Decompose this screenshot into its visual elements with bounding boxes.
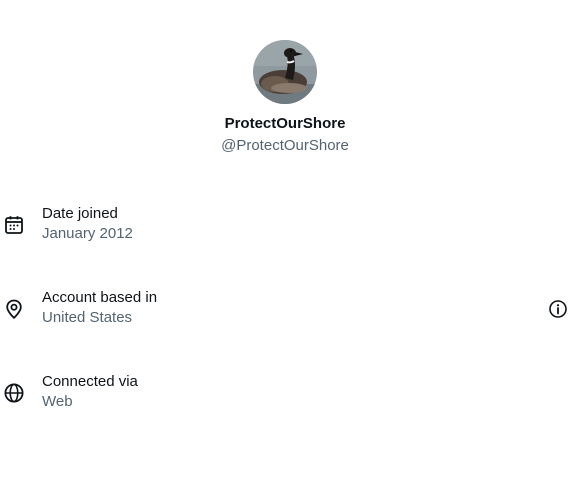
location-pin-icon bbox=[3, 298, 25, 320]
avatar[interactable] bbox=[253, 40, 317, 104]
date-joined-text: Date joined January 2012 bbox=[42, 204, 133, 244]
globe-icon bbox=[3, 382, 25, 404]
date-joined-value: January 2012 bbox=[42, 225, 133, 242]
connected-via-label: Connected via bbox=[42, 373, 138, 390]
profile-header: ProtectOurShore @ProtectOurShore bbox=[0, 40, 570, 156]
date-joined-row: Date joined January 2012 bbox=[0, 204, 579, 248]
info-icon[interactable] bbox=[548, 299, 568, 319]
account-location-text: Account based in United States bbox=[42, 288, 157, 328]
connected-via-text: Connected via Web bbox=[42, 372, 138, 412]
account-location-value: United States bbox=[42, 309, 133, 326]
user-handle: @ProtectOurShore bbox=[221, 137, 349, 154]
calendar-icon bbox=[3, 214, 25, 236]
date-joined-label: Date joined bbox=[42, 205, 118, 222]
account-location-label: Account based in bbox=[42, 289, 158, 306]
connected-via-value: Web bbox=[42, 393, 73, 410]
display-name: ProtectOurShore bbox=[224, 115, 346, 132]
account-location-row: Account based in United States bbox=[0, 288, 579, 332]
brant-goose-avatar bbox=[253, 40, 317, 104]
connected-via-row: Connected via Web bbox=[0, 372, 579, 416]
